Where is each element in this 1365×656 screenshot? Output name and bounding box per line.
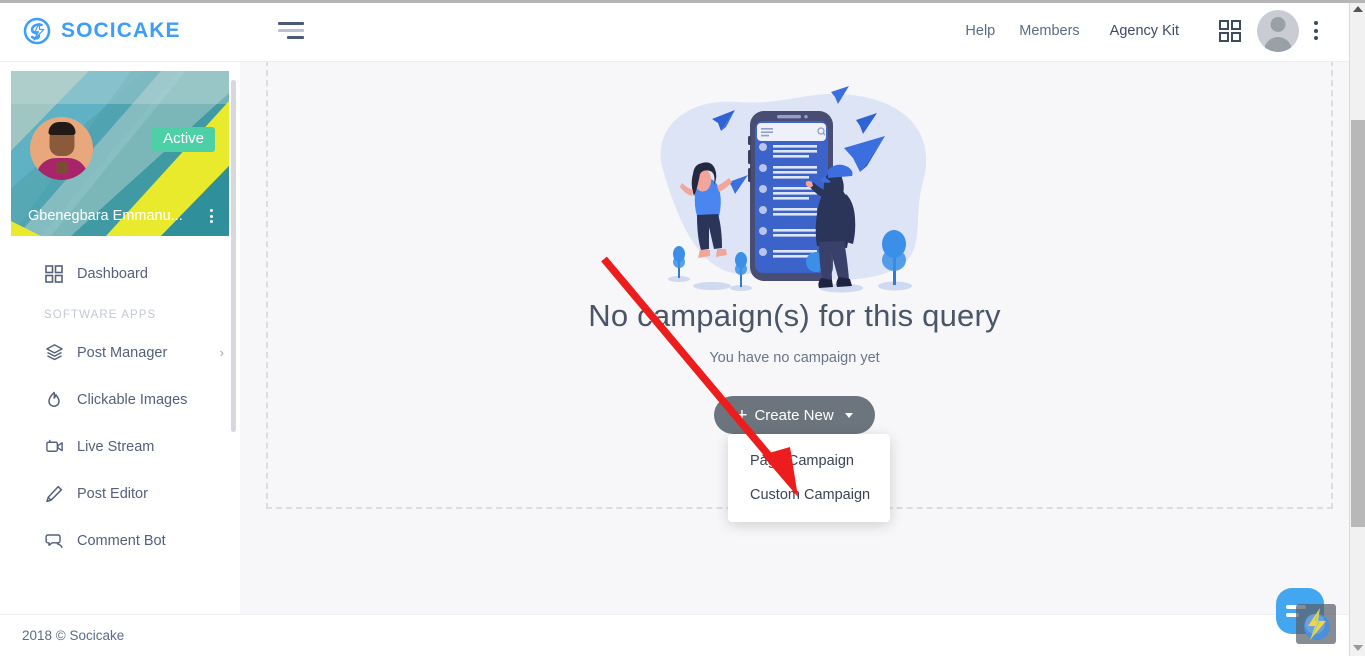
profile-card[interactable]: Active Gbenegbara Emmanu... bbox=[11, 71, 229, 236]
profile-more-icon[interactable] bbox=[210, 209, 213, 223]
create-new-button[interactable]: + Create New bbox=[714, 396, 875, 434]
sidebar-item-label: Comment Bot bbox=[77, 532, 166, 549]
video-camera-icon bbox=[44, 437, 64, 457]
sidebar-item-comment-bot[interactable]: Comment Bot bbox=[0, 517, 240, 564]
brand-logo-area[interactable]: SOCICAKE bbox=[0, 16, 240, 46]
layers-icon bbox=[44, 343, 64, 363]
top-nav-links: Help Members Agency Kit bbox=[953, 9, 1349, 52]
nav-link-members[interactable]: Members bbox=[1007, 23, 1091, 39]
plus-icon: + bbox=[736, 404, 748, 426]
grid-apps-icon[interactable] bbox=[1219, 19, 1241, 42]
profile-photo bbox=[30, 117, 93, 180]
top-navigation-bar: SOCICAKE Help Members Agency Kit bbox=[0, 0, 1349, 62]
page-vertical-scrollbar[interactable] bbox=[1349, 0, 1365, 656]
copyright-text: 2018 © Socicake bbox=[22, 628, 125, 643]
create-new-label: Create New bbox=[754, 406, 834, 424]
sidebar-item-label: Dashboard bbox=[77, 265, 148, 282]
sidebar-item-post-editor[interactable]: Post Editor bbox=[0, 470, 240, 517]
sidebar-item-label: Post Editor bbox=[77, 485, 148, 502]
grid-dashboard-icon bbox=[44, 264, 64, 284]
profile-name: Gbenegbara Emmanu... bbox=[28, 208, 183, 224]
brand-name: SOCICAKE bbox=[61, 18, 181, 42]
caret-down-icon bbox=[844, 412, 853, 418]
sidebar-item-clickable-images[interactable]: Clickable Images bbox=[0, 376, 240, 423]
sidebar-item-post-manager[interactable]: Post Manager › bbox=[0, 329, 240, 376]
sidebar-scrollbar-thumb[interactable] bbox=[231, 80, 236, 432]
create-new-dropdown-menu: Page Campaign Custom Campaign bbox=[728, 434, 890, 522]
sidebar-item-live-stream[interactable]: Live Stream bbox=[0, 423, 240, 470]
empty-subtitle: You have no campaign yet bbox=[709, 350, 880, 366]
main-content: No campaign(s) for this query You have n… bbox=[240, 62, 1349, 614]
sidebar-item-label: Live Stream bbox=[77, 438, 155, 455]
sidebar-nav: Dashboard SOFTWARE APPS Post Manager › C… bbox=[0, 236, 240, 564]
sidebar-section-label: SOFTWARE APPS bbox=[44, 309, 157, 321]
vertical-kebab-icon[interactable] bbox=[1305, 18, 1327, 44]
sidebar: Active Gbenegbara Emmanu... Dashboard SO… bbox=[0, 62, 240, 614]
user-avatar[interactable] bbox=[1257, 9, 1299, 52]
scroll-thumb[interactable] bbox=[1351, 120, 1365, 527]
menu-item-page-campaign[interactable]: Page Campaign bbox=[728, 444, 890, 478]
nav-link-agency-kit[interactable]: Agency Kit bbox=[1092, 23, 1191, 39]
flame-icon bbox=[44, 390, 64, 410]
status-badge: Active bbox=[152, 127, 215, 152]
hamburger-menu-icon[interactable] bbox=[278, 16, 308, 46]
chat-support-widget[interactable] bbox=[1276, 588, 1336, 644]
sidebar-item-dashboard[interactable]: Dashboard bbox=[0, 250, 240, 297]
socicake-s-logo-icon bbox=[23, 17, 51, 44]
menu-item-custom-campaign[interactable]: Custom Campaign bbox=[728, 478, 890, 512]
scroll-down-arrow[interactable] bbox=[1350, 639, 1365, 656]
nav-link-help[interactable]: Help bbox=[953, 23, 1007, 39]
chat-bubbles-icon bbox=[44, 531, 64, 551]
pencil-icon bbox=[44, 484, 64, 504]
sidebar-item-label: Post Manager bbox=[77, 344, 168, 361]
empty-state-phone-illustration bbox=[660, 86, 926, 293]
footer: 2018 © Socicake bbox=[0, 614, 1349, 656]
chevron-right-icon: › bbox=[219, 345, 224, 360]
app-window: SOCICAKE Help Members Agency Kit Active … bbox=[0, 0, 1365, 656]
page-title: No campaign(s) for this query bbox=[588, 298, 1001, 333]
window-top-edge bbox=[0, 0, 1365, 3]
lightning-bolt-badge-icon bbox=[1296, 604, 1336, 644]
sidebar-item-label: Clickable Images bbox=[77, 391, 188, 408]
